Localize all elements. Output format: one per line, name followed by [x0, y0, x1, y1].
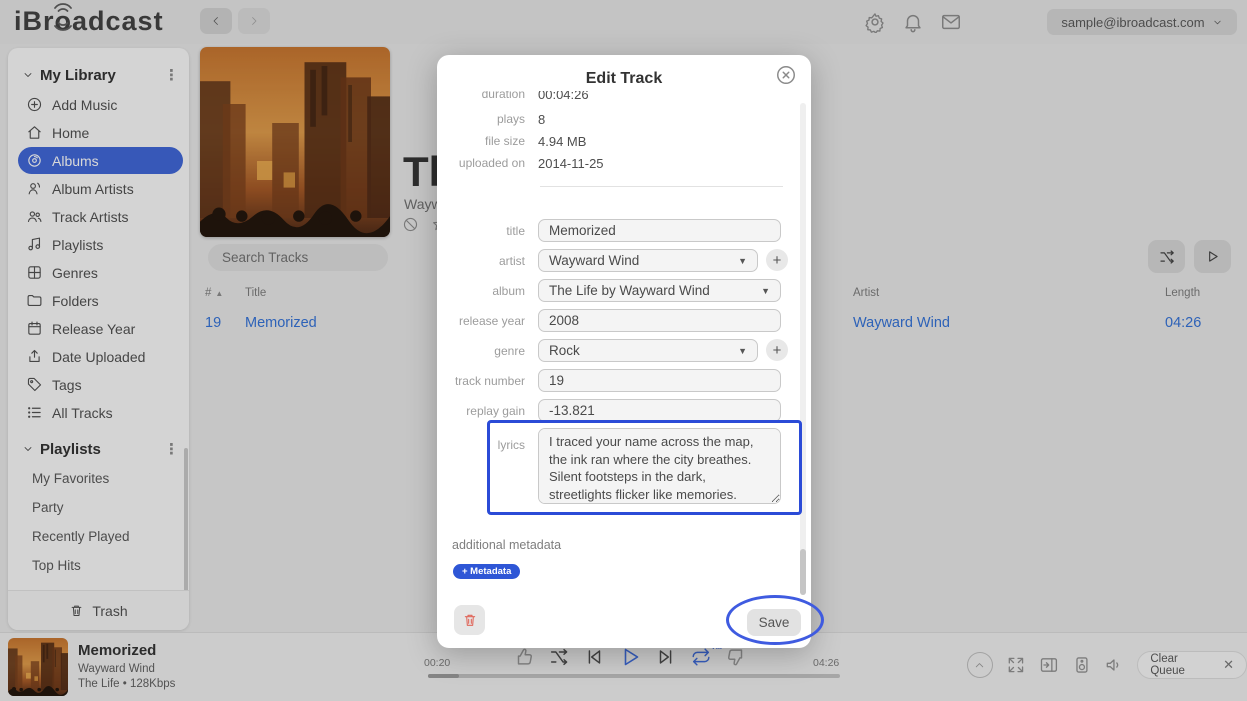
select-caret-icon: ▼	[738, 346, 747, 356]
duration-label: duration	[437, 91, 525, 101]
title-input[interactable]	[538, 219, 781, 242]
file-size-label: file size	[437, 134, 525, 148]
artist-field-label: artist	[437, 254, 525, 268]
uploaded-on-value: 2014-11-25	[538, 156, 604, 171]
select-caret-icon: ▼	[761, 286, 770, 296]
modal-close-icon[interactable]	[775, 64, 797, 86]
add-artist-button[interactable]: +	[766, 249, 788, 271]
divider	[540, 186, 783, 187]
release-year-field-label: release year	[437, 314, 525, 328]
select-caret-icon: ▼	[738, 256, 747, 266]
additional-metadata-label: additional metadata	[452, 538, 561, 552]
title-field-label: title	[437, 224, 525, 238]
genre-field-label: genre	[437, 344, 525, 358]
track-number-field-label: track number	[437, 374, 525, 388]
edit-track-modal: Edit Track duration 00:04:26 plays 8 file …	[437, 55, 811, 648]
plays-value: 8	[538, 112, 545, 127]
duration-value: 00:04:26	[538, 91, 589, 102]
file-size-value: 4.94 MB	[538, 134, 586, 149]
add-genre-button[interactable]: +	[766, 339, 788, 361]
album-select[interactable]: The Life by Wayward Wind▼	[538, 279, 781, 302]
lyrics-textarea[interactable]: I traced your name across the map, the i…	[538, 428, 781, 504]
release-year-input[interactable]	[538, 309, 781, 332]
replay-gain-field-label: replay gain	[437, 404, 525, 418]
modal-body: duration 00:04:26 plays 8 file size 4.94 MB…	[437, 91, 797, 640]
add-metadata-button[interactable]: + Metadata	[453, 564, 520, 579]
replay-gain-input[interactable]	[538, 399, 781, 422]
modal-title: Edit Track	[437, 70, 811, 88]
lyrics-field-label: lyrics	[437, 438, 525, 452]
artist-select[interactable]: Wayward Wind▼	[538, 249, 758, 272]
track-number-input[interactable]	[538, 369, 781, 392]
plays-label: plays	[437, 112, 525, 126]
genre-select[interactable]: Rock▼	[538, 339, 758, 362]
album-field-label: album	[437, 284, 525, 298]
modal-scrollbar[interactable]	[800, 103, 806, 595]
modal-scrollbar-thumb[interactable]	[800, 549, 806, 595]
delete-track-button[interactable]	[454, 605, 485, 635]
trash-icon	[462, 612, 478, 628]
uploaded-on-label: uploaded on	[437, 156, 525, 170]
save-button[interactable]: Save	[747, 609, 801, 636]
